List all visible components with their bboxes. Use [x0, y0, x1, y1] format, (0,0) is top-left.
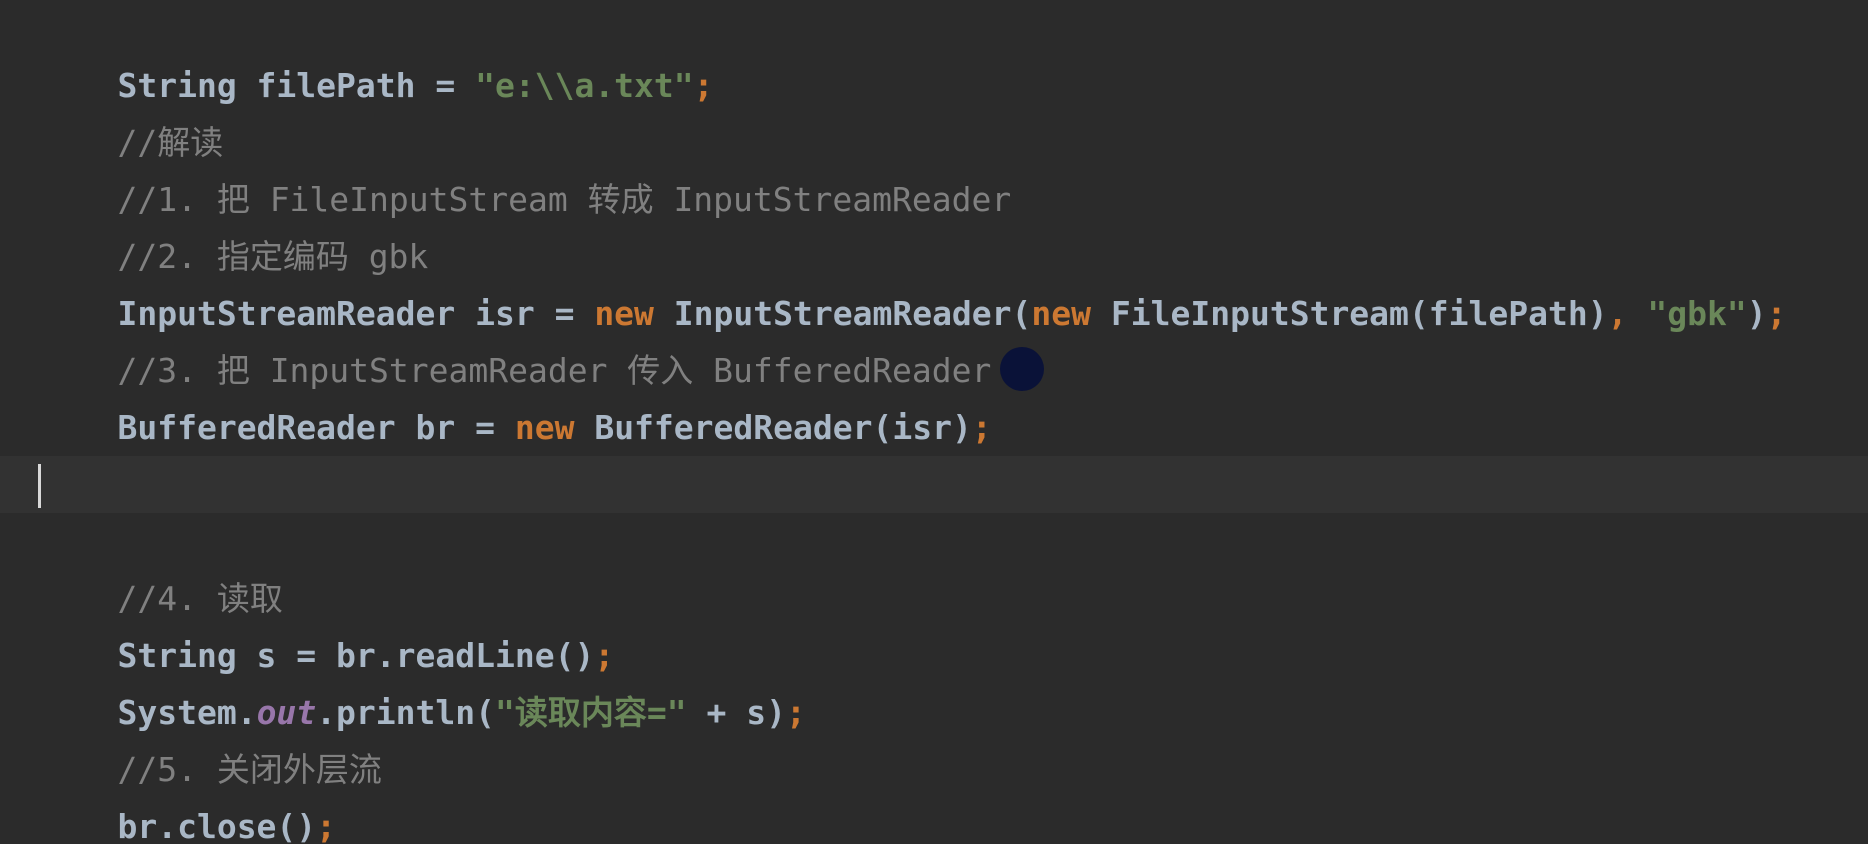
code-editor[interactable]: String filePath = "e:\\a.txt"; //解读 //1.… [0, 0, 1868, 844]
code-line-4[interactable]: //2. 指定编码 gbk [0, 171, 1868, 276]
code-line-14[interactable]: br.close(); [0, 741, 1868, 844]
code-line-5[interactable]: InputStreamReader isr = new InputStreamR… [0, 228, 1868, 333]
mouse-pointer-indicator [1000, 347, 1044, 391]
code-line-13[interactable]: //5. 关闭外层流 [0, 684, 1868, 789]
code-token: br.close() [117, 807, 317, 844]
code-line-7[interactable]: BufferedReader br = new BufferedReader(i… [0, 342, 1868, 447]
code-line-3[interactable]: //1. 把 FileInputStream 转成 InputStreamRea… [0, 114, 1868, 219]
text-cursor [38, 464, 41, 508]
code-line-2[interactable]: //解读 [0, 57, 1868, 162]
current-line-highlight[interactable] [0, 456, 1868, 513]
code-line-1[interactable]: String filePath = "e:\\a.txt"; [0, 0, 1868, 105]
code-line-6[interactable]: //3. 把 InputStreamReader 传入 BufferedRead… [0, 285, 1868, 390]
code-line-12[interactable]: System.out.println("读取内容=" + s); [0, 627, 1868, 732]
code-line-10[interactable]: //4. 读取 [0, 513, 1868, 618]
code-line-11[interactable]: String s = br.readLine(); [0, 570, 1868, 675]
code-line-8[interactable] [0, 399, 1868, 456]
semicolon: ; [316, 807, 337, 844]
